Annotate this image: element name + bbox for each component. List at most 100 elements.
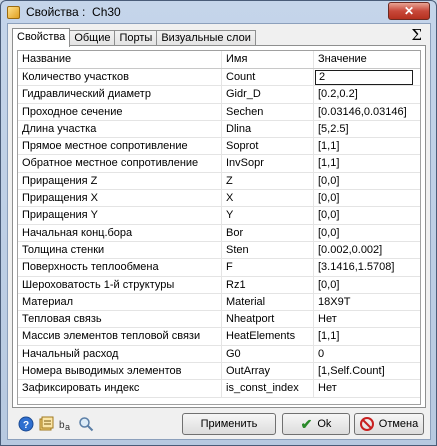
search-icon[interactable] — [78, 416, 94, 432]
svg-text:a: a — [65, 422, 70, 432]
properties-grid: Название Имя Значение Количество участко… — [17, 50, 421, 405]
row-id: Bor — [222, 224, 314, 241]
row-value[interactable]: [0,0] — [314, 277, 420, 293]
cancel-icon — [359, 417, 374, 431]
row-name: Количество участков — [18, 69, 222, 86]
table-row[interactable]: Прямое местное сопротивление Soprot [1,1… — [18, 138, 420, 156]
header-id[interactable]: Имя — [222, 51, 314, 68]
header-value[interactable]: Значение — [314, 51, 420, 68]
tab-visual-layers[interactable]: Визуальные слои — [156, 30, 256, 46]
tab-general[interactable]: Общие — [69, 30, 116, 46]
table-row[interactable]: Приращения X X [0,0] — [18, 190, 420, 208]
row-name: Приращения Y — [18, 207, 222, 224]
row-value[interactable]: [5,2.5] — [314, 121, 420, 137]
header-name[interactable]: Название — [18, 51, 222, 68]
tab-strip: Свойства Общие Порты Визуальные слои — [12, 28, 256, 47]
cancel-button[interactable]: Отмена — [354, 413, 424, 435]
row-name: Длина участка — [18, 120, 222, 138]
row-name: Шероховатость 1-й структуры — [18, 276, 222, 293]
row-value[interactable]: [0,0] — [314, 190, 420, 206]
row-value[interactable]: [0,0] — [314, 173, 420, 189]
help-icon[interactable]: ? — [18, 416, 34, 432]
row-id: is_const_index — [222, 380, 314, 397]
table-row[interactable]: Материал Material 18Х9Т — [18, 293, 420, 312]
grid-header: Название Имя Значение — [18, 51, 420, 69]
row-value[interactable]: [0.002,0.002] — [314, 242, 420, 258]
row-name: Поверхность теплообмена — [18, 259, 222, 276]
row-value[interactable]: [0,0] — [314, 207, 420, 223]
app-icon — [7, 6, 20, 19]
row-value[interactable]: [1,1] — [314, 155, 420, 171]
table-row[interactable]: Номера выводимых элементов OutArray [1,S… — [18, 363, 420, 381]
table-row[interactable]: Длина участка Dlina [5,2.5] — [18, 120, 420, 139]
row-id: InvSopr — [222, 155, 314, 172]
table-row[interactable]: Гидравлический диаметр Gidr_D [0.2,0.2] — [18, 86, 420, 104]
table-row[interactable]: Проходное сечение Sechen [0.03146,0.0314… — [18, 103, 420, 121]
row-name: Толщина стенки — [18, 241, 222, 259]
table-row[interactable]: Обратное местное сопротивление InvSopr [… — [18, 155, 420, 173]
row-value[interactable]: 0 — [314, 346, 420, 362]
row-id: Sten — [222, 241, 314, 259]
row-value[interactable]: [0.2,0.2] — [314, 86, 420, 102]
tab-panel: Название Имя Значение Количество участко… — [12, 45, 426, 408]
row-name: Массив элементов тепловой связи — [18, 328, 222, 345]
value-editor[interactable]: 2 — [315, 70, 413, 85]
table-row[interactable]: Приращения Z Z [0,0] — [18, 172, 420, 191]
row-name: Обратное местное сопротивление — [18, 155, 222, 172]
table-row[interactable]: Зафиксировать индекс is_const_index Нет — [18, 380, 420, 398]
row-value[interactable]: 18Х9Т — [314, 294, 420, 310]
row-name: Гидравлический диаметр — [18, 86, 222, 103]
row-id: Count — [222, 69, 314, 86]
apply-button[interactable]: Применить — [182, 413, 276, 435]
row-value[interactable]: [0.03146,0.03146] — [314, 104, 420, 120]
row-value[interactable]: [3.1416,1.5708] — [314, 259, 420, 275]
sigma-icon[interactable]: Σ — [411, 26, 422, 44]
row-value[interactable]: [1,1] — [314, 328, 420, 344]
row-id: Y — [222, 207, 314, 224]
table-row[interactable]: Количество участков Count 2 — [18, 69, 420, 87]
row-id: OutArray — [222, 363, 314, 380]
row-id: Dlina — [222, 120, 314, 138]
row-name: Тепловая связь — [18, 311, 222, 328]
row-id: Soprot — [222, 138, 314, 155]
close-button[interactable]: ✕ — [388, 2, 430, 20]
row-name: Начальная конц.бора — [18, 224, 222, 241]
row-value[interactable]: Нет — [314, 380, 420, 396]
window-title: Свойства : Ch30 — [26, 5, 121, 19]
table-row[interactable]: Шероховатость 1-й структуры Rz1 [0,0] — [18, 276, 420, 294]
title-bar[interactable]: Свойства : Ch30 ✕ — [1, 1, 436, 23]
row-id: F — [222, 259, 314, 276]
row-name: Номера выводимых элементов — [18, 363, 222, 380]
row-id: Z — [222, 172, 314, 190]
rename-icon[interactable]: b a — [58, 416, 74, 432]
row-name: Зафиксировать индекс — [18, 380, 222, 397]
ok-button[interactable]: ✔ Ok — [282, 413, 350, 435]
cancel-label: Отмена — [378, 418, 419, 430]
row-id: Nheatport — [222, 311, 314, 328]
row-id: Gidr_D — [222, 86, 314, 103]
row-name: Прямое местное сопротивление — [18, 138, 222, 155]
table-row[interactable]: Тепловая связь Nheatport Нет — [18, 311, 420, 329]
row-id: Rz1 — [222, 276, 314, 293]
dialog-client: Свойства Общие Порты Визуальные слои Σ Н… — [7, 23, 431, 440]
row-id: Material — [222, 293, 314, 311]
properties-icon[interactable] — [38, 416, 54, 432]
row-value[interactable]: Нет — [314, 311, 420, 327]
table-row[interactable]: Поверхность теплообмена F [3.1416,1.5708… — [18, 259, 420, 277]
row-value[interactable]: [0,0] — [314, 225, 420, 241]
table-row[interactable]: Массив элементов тепловой связи HeatElem… — [18, 328, 420, 346]
row-id: G0 — [222, 345, 314, 363]
table-row[interactable]: Начальная конц.бора Bor [0,0] — [18, 224, 420, 242]
svg-text:?: ? — [23, 420, 29, 431]
row-value[interactable]: [1,Self.Count] — [314, 363, 420, 379]
tab-properties[interactable]: Свойства — [12, 28, 71, 47]
row-name: Приращения Z — [18, 172, 222, 190]
table-row[interactable]: Начальный расход G0 0 — [18, 345, 420, 364]
row-value[interactable]: [1,1] — [314, 138, 420, 154]
row-id: X — [222, 190, 314, 207]
table-row[interactable]: Толщина стенки Sten [0.002,0.002] — [18, 241, 420, 260]
bottom-bar: ? b a Применить ✔ Ok Отмена — [8, 409, 430, 439]
tab-ports[interactable]: Порты — [114, 30, 158, 46]
row-value[interactable]: 2 — [314, 69, 420, 85]
table-row[interactable]: Приращения Y Y [0,0] — [18, 207, 420, 225]
